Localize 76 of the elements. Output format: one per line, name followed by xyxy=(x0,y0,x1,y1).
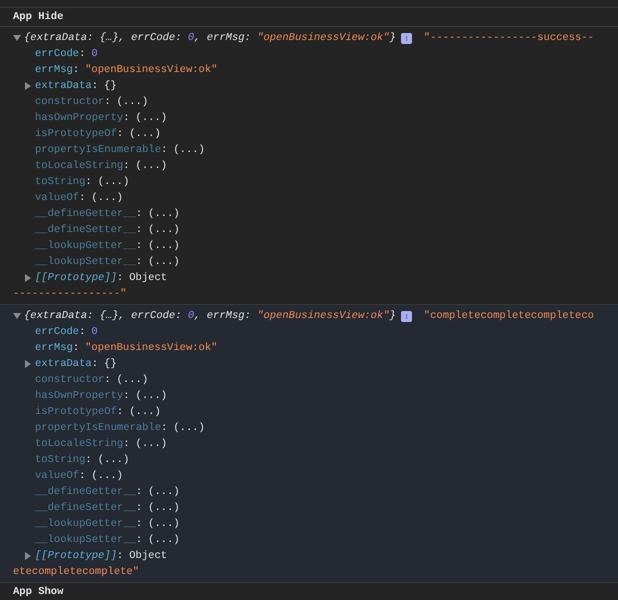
property-key: errCode: xyxy=(35,46,86,62)
property-value: "openBusinessView:ok" xyxy=(85,63,218,78)
string-output: -----------------" xyxy=(13,287,126,302)
property-value: (...) xyxy=(173,143,205,158)
property-value: {} xyxy=(104,79,117,94)
property-key: __lookupSetter__: xyxy=(35,532,142,548)
property-value: Object xyxy=(129,549,168,564)
info-icon[interactable] xyxy=(400,32,412,44)
property-value: (...) xyxy=(148,223,180,238)
property-key: propertyIsEnumerable: xyxy=(35,142,168,158)
property-key: __defineGetter__: xyxy=(35,484,142,500)
property-value: 0 xyxy=(91,47,98,62)
object-summary[interactable]: {extraData: {…}, errCode: 0, errMsg: "openBusinessView:ok"} xyxy=(24,30,396,46)
property-key: isPrototypeOf: xyxy=(35,404,124,420)
property-key: toString: xyxy=(35,452,92,468)
property-key: [[Prototype]]: xyxy=(35,270,124,286)
property-key: propertyIsEnumerable: xyxy=(35,420,168,436)
property-key: toLocaleString: xyxy=(35,158,130,174)
property-key: __lookupGetter__: xyxy=(35,238,142,254)
property-value: (...) xyxy=(148,207,180,222)
property-key: toString: xyxy=(35,174,92,190)
property-value: (...) xyxy=(91,191,123,206)
collapsed-triangle-icon[interactable] xyxy=(24,82,32,90)
property-value: (...) xyxy=(98,453,130,468)
property-value: (...) xyxy=(136,389,168,404)
property-key: [[Prototype]]: xyxy=(35,548,124,564)
expanded-triangle-icon[interactable] xyxy=(13,312,21,320)
log-message: App Hide xyxy=(13,10,64,25)
property-key: __lookupSetter__: xyxy=(35,254,142,270)
property-key: extraData: xyxy=(35,78,98,94)
property-key: constructor: xyxy=(35,372,111,388)
property-value: (...) xyxy=(148,239,180,254)
property-key: toLocaleString: xyxy=(35,436,130,452)
property-value: (...) xyxy=(148,533,180,548)
property-value: {} xyxy=(104,357,117,372)
property-key: __defineSetter__: xyxy=(35,222,142,238)
property-key: valueOf: xyxy=(35,468,86,484)
property-value: (...) xyxy=(148,485,180,500)
property-value: (...) xyxy=(116,373,148,388)
string-output: etecompletecomplete" xyxy=(13,565,140,580)
property-value: (...) xyxy=(136,159,168,174)
property-value: (...) xyxy=(129,405,161,420)
property-key: hasOwnProperty: xyxy=(35,110,130,126)
property-value: (...) xyxy=(148,501,180,516)
property-key: errMsg: xyxy=(35,62,80,78)
property-value: (...) xyxy=(136,437,168,452)
property-key: __defineSetter__: xyxy=(35,500,142,516)
property-key: valueOf: xyxy=(35,190,86,206)
property-key: __lookupGetter__: xyxy=(35,516,142,532)
string-output: "completecompletecompleteco xyxy=(424,309,594,324)
property-value: "openBusinessView:ok" xyxy=(85,341,218,356)
property-value: (...) xyxy=(173,421,205,436)
property-value: (...) xyxy=(91,469,123,484)
info-icon[interactable] xyxy=(400,310,412,322)
collapsed-triangle-icon[interactable] xyxy=(24,360,32,368)
string-output: "-----------------success-- xyxy=(424,31,594,46)
property-value: (...) xyxy=(116,95,148,110)
property-key: __defineGetter__: xyxy=(35,206,142,222)
property-value: (...) xyxy=(136,111,168,126)
property-value: (...) xyxy=(129,127,161,142)
property-value: (...) xyxy=(148,517,180,532)
property-key: constructor: xyxy=(35,94,111,110)
property-value: 0 xyxy=(91,325,98,340)
property-key: errMsg: xyxy=(35,340,80,356)
property-key: isPrototypeOf: xyxy=(35,126,124,142)
property-value: Object xyxy=(129,271,168,286)
object-summary[interactable]: {extraData: {…}, errCode: 0, errMsg: "openBusinessView:ok"} xyxy=(24,308,396,324)
property-value: (...) xyxy=(148,255,180,270)
collapsed-triangle-icon[interactable] xyxy=(24,274,32,282)
property-value: (...) xyxy=(98,175,130,190)
property-key: errCode: xyxy=(35,324,86,340)
expanded-triangle-icon[interactable] xyxy=(13,34,21,42)
log-message: App Show xyxy=(13,585,64,600)
collapsed-triangle-icon[interactable] xyxy=(24,552,32,560)
property-key: hasOwnProperty: xyxy=(35,388,130,404)
property-key: extraData: xyxy=(35,356,98,372)
